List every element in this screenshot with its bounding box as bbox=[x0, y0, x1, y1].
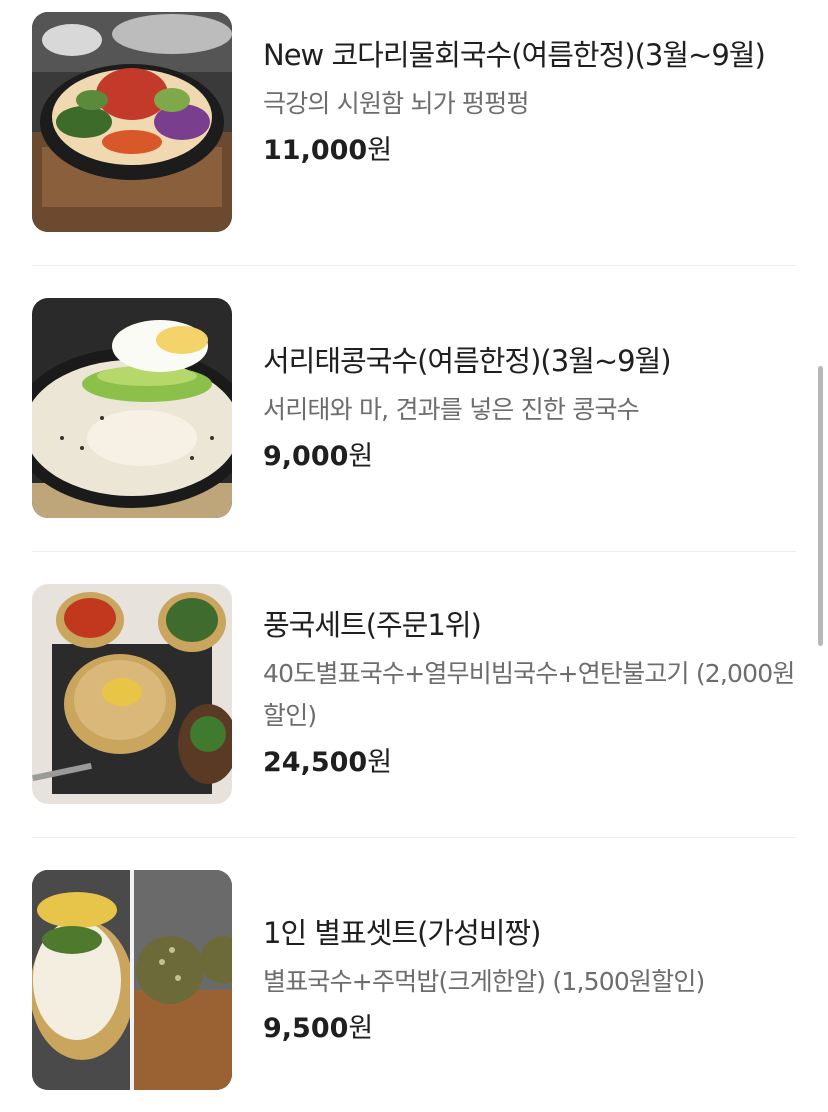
divider bbox=[32, 551, 796, 552]
menu-item-price: 9,500원 bbox=[263, 1007, 796, 1051]
menu-item-price: 11,000원 bbox=[263, 129, 796, 173]
cold-noodle-bowl-photo[interactable] bbox=[32, 12, 232, 232]
menu-item-description: 별표국수+주먹밥(크게한알) (1,500원할인) bbox=[263, 967, 705, 996]
menu-list: New 코다리물회국수(여름한정)(3월~9월) 극강의 시원함 뇌가 펑펑펑 … bbox=[0, 0, 828, 1112]
menu-item-title: 1인 별표셋트(가성비짱) bbox=[263, 916, 541, 950]
scrollbar[interactable] bbox=[818, 366, 823, 646]
menu-item-info: New 코다리물회국수(여름한정)(3월~9월) 극강의 시원함 뇌가 펑펑펑 … bbox=[263, 32, 796, 173]
menu-item[interactable]: 1인 별표셋트(가성비짱) 별표국수+주먹밥(크게한알) (1,500원할인) … bbox=[32, 870, 796, 1090]
set-meal-photo[interactable] bbox=[32, 584, 232, 804]
menu-item[interactable]: New 코다리물회국수(여름한정)(3월~9월) 극강의 시원함 뇌가 펑펑펑 … bbox=[32, 12, 796, 232]
menu-item-info: 풍국세트(주문1위) 40도별표국수+열무비빔국수+연탄불고기 (2,000원할… bbox=[263, 602, 796, 785]
price-unit: 원 bbox=[367, 747, 393, 778]
menu-item-description: 40도별표국수+열무비빔국수+연탄불고기 (2,000원할인) bbox=[263, 659, 795, 730]
menu-item-price: 9,000원 bbox=[263, 435, 796, 479]
menu-item[interactable]: 서리태콩국수(여름한정)(3월~9월) 서리태와 마, 견과를 넣은 진한 콩국… bbox=[32, 298, 796, 518]
menu-item-info: 서리태콩국수(여름한정)(3월~9월) 서리태와 마, 견과를 넣은 진한 콩국… bbox=[263, 338, 796, 479]
menu-item-price: 24,500원 bbox=[263, 741, 796, 785]
price-value: 9,500 bbox=[263, 1013, 349, 1044]
soy-milk-noodle-photo[interactable] bbox=[32, 298, 232, 518]
menu-item-info: 1인 별표셋트(가성비짱) 별표국수+주먹밥(크게한알) (1,500원할인) … bbox=[263, 910, 796, 1051]
menu-item-description: 서리태와 마, 견과를 넣은 진한 콩국수 bbox=[263, 395, 640, 424]
price-value: 11,000 bbox=[263, 135, 368, 166]
menu-item-title: New 코다리물회국수(여름한정)(3월~9월) bbox=[263, 38, 766, 72]
menu-item-title: 서리태콩국수(여름한정)(3월~9월) bbox=[263, 344, 672, 378]
divider bbox=[32, 837, 796, 838]
price-unit: 원 bbox=[348, 1013, 374, 1044]
price-unit: 원 bbox=[367, 135, 393, 166]
price-value: 9,000 bbox=[263, 441, 349, 472]
noodle-and-riceball-photo[interactable] bbox=[32, 870, 232, 1090]
menu-item-title: 풍국세트(주문1위) bbox=[263, 608, 482, 642]
price-value: 24,500 bbox=[263, 747, 368, 778]
menu-item[interactable]: 풍국세트(주문1위) 40도별표국수+열무비빔국수+연탄불고기 (2,000원할… bbox=[32, 584, 796, 804]
menu-item-description: 극강의 시원함 뇌가 펑펑펑 bbox=[263, 89, 529, 118]
price-unit: 원 bbox=[348, 441, 374, 472]
divider bbox=[32, 265, 796, 266]
